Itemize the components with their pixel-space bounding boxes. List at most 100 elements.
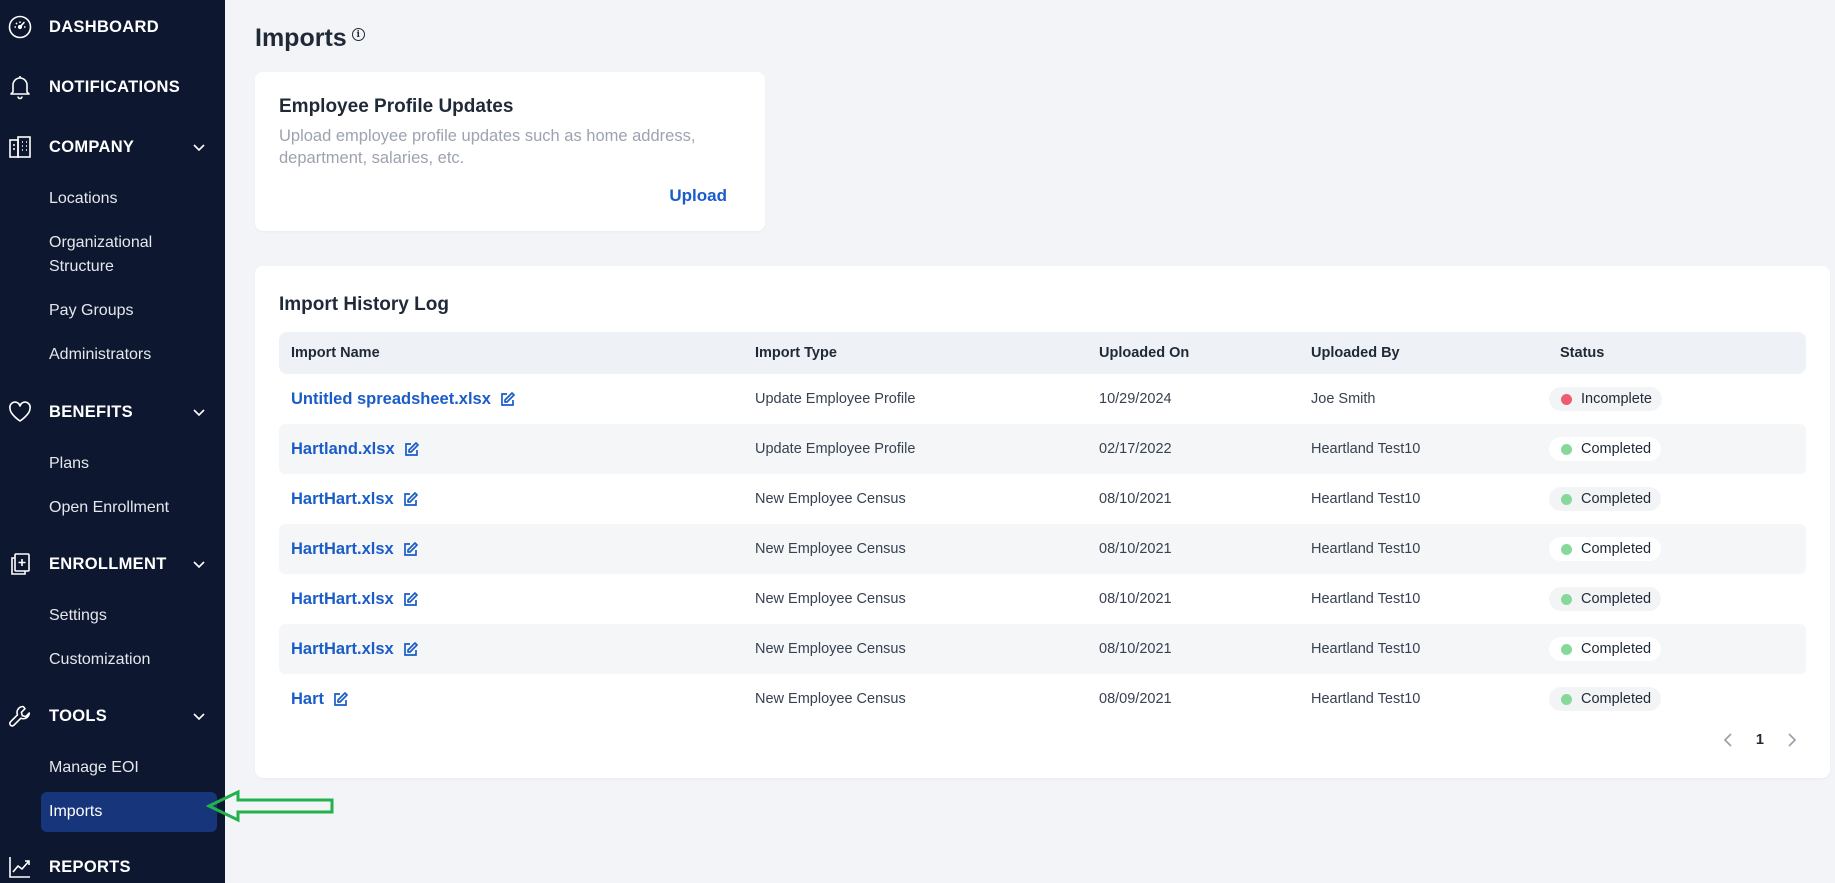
upload-button[interactable]: Upload bbox=[669, 186, 727, 206]
upload-card-title: Employee Profile Updates bbox=[279, 96, 514, 117]
table-row: HartHart.xlsx New Employee Census 08/10/20… bbox=[279, 624, 1806, 674]
nav-reports[interactable]: REPORTS bbox=[0, 847, 225, 883]
uploaded-by-cell: Heartland Test10 bbox=[1311, 691, 1421, 707]
sidebar-item-plans[interactable]: Plans bbox=[41, 452, 217, 476]
status-dot-icon bbox=[1561, 593, 1572, 605]
table-row: Untitled spreadsheet.xlsx Update Employee… bbox=[279, 374, 1806, 424]
status-badge: Incomplete bbox=[1549, 387, 1662, 411]
edit-icon[interactable] bbox=[402, 541, 419, 558]
uploaded-by-cell: Heartland Test10 bbox=[1311, 641, 1421, 657]
import-name-link[interactable]: HartHart.xlsx bbox=[291, 540, 419, 559]
status-text: Completed bbox=[1581, 441, 1652, 457]
heart-icon bbox=[6, 398, 34, 426]
status-badge: Completed bbox=[1549, 687, 1662, 711]
table-body: Untitled spreadsheet.xlsx Update Employee… bbox=[279, 374, 1806, 724]
import-name-text: HartHart.xlsx bbox=[291, 589, 394, 608]
uploaded-on-cell: 08/09/2021 bbox=[1099, 691, 1172, 707]
chart-line-icon bbox=[6, 853, 34, 881]
edit-icon[interactable] bbox=[403, 441, 420, 458]
import-name-link[interactable]: HartHart.xlsx bbox=[291, 490, 419, 509]
import-name-link[interactable]: Hart bbox=[291, 690, 349, 709]
nav-enrollment-label: ENROLLMENT bbox=[49, 554, 167, 573]
chevron-down-icon[interactable] bbox=[190, 707, 208, 725]
status-badge: Completed bbox=[1549, 537, 1662, 561]
nav-enrollment[interactable]: ENROLLMENT bbox=[0, 544, 225, 584]
nav-company-label: COMPANY bbox=[49, 137, 135, 156]
sidebar-item-manage-eoi[interactable]: Manage EOI bbox=[41, 756, 217, 780]
import-name-text: Hartland.xlsx bbox=[291, 439, 395, 458]
status-text: Completed bbox=[1581, 641, 1652, 657]
annotation-arrow-icon bbox=[206, 789, 334, 823]
page-title-text: Imports bbox=[255, 24, 347, 52]
import-type-cell: New Employee Census bbox=[755, 491, 906, 507]
column-header-status[interactable]: Status bbox=[1560, 345, 1604, 361]
status-badge: Completed bbox=[1549, 587, 1662, 611]
sidebar-item-locations[interactable]: Locations bbox=[41, 187, 217, 211]
edit-icon[interactable] bbox=[402, 491, 419, 508]
status-dot-icon bbox=[1561, 693, 1572, 705]
status-dot-icon bbox=[1561, 393, 1572, 405]
pagination: 1 bbox=[1720, 732, 1800, 748]
nav-company[interactable]: COMPANY bbox=[0, 127, 225, 167]
sidebar-item-customization[interactable]: Customization bbox=[41, 648, 217, 672]
sidebar-item-settings[interactable]: Settings bbox=[41, 604, 217, 628]
edit-icon[interactable] bbox=[499, 391, 516, 408]
building-icon bbox=[6, 133, 34, 161]
import-type-cell: New Employee Census bbox=[755, 691, 906, 707]
status-badge: Completed bbox=[1549, 437, 1662, 461]
table-row: Hartland.xlsx Update Employee Profile 02/1… bbox=[279, 424, 1806, 474]
sidebar-item-open-enrollment[interactable]: Open Enrollment bbox=[41, 496, 217, 520]
enrollment-icon bbox=[6, 550, 34, 578]
info-icon[interactable]: i bbox=[351, 28, 365, 41]
edit-icon[interactable] bbox=[402, 591, 419, 608]
import-history-table: Import Name Import Type Uploaded On Uplo… bbox=[279, 332, 1806, 724]
nav-reports-label: REPORTS bbox=[49, 857, 131, 876]
edit-icon[interactable] bbox=[332, 691, 349, 708]
uploaded-by-cell: Heartland Test10 bbox=[1311, 441, 1421, 457]
table-header: Import Name Import Type Uploaded On Uplo… bbox=[279, 332, 1806, 374]
chevron-down-icon[interactable] bbox=[190, 555, 208, 573]
sidebar-item-pay-groups[interactable]: Pay Groups bbox=[41, 299, 217, 323]
import-name-text: HartHart.xlsx bbox=[291, 539, 394, 558]
page-number[interactable]: 1 bbox=[1756, 732, 1764, 748]
uploaded-by-cell: Heartland Test10 bbox=[1311, 491, 1421, 507]
column-header-import-name[interactable]: Import Name bbox=[291, 345, 380, 361]
sidebar-item-imports[interactable]: Imports bbox=[41, 792, 217, 832]
column-header-uploaded-on[interactable]: Uploaded On bbox=[1099, 345, 1189, 361]
chevron-right-icon[interactable] bbox=[1784, 732, 1800, 748]
import-name-link[interactable]: HartHart.xlsx bbox=[291, 640, 419, 659]
bell-icon bbox=[6, 73, 34, 101]
nav-benefits[interactable]: BENEFITS bbox=[0, 392, 225, 432]
status-text: Completed bbox=[1581, 491, 1652, 507]
status-badge: Completed bbox=[1549, 637, 1662, 661]
chevron-down-icon[interactable] bbox=[190, 138, 208, 156]
import-type-cell: Update Employee Profile bbox=[755, 391, 916, 407]
nav-notifications-label: NOTIFICATIONS bbox=[49, 77, 181, 96]
import-name-link[interactable]: Untitled spreadsheet.xlsx bbox=[291, 390, 516, 409]
status-badge: Completed bbox=[1549, 487, 1662, 511]
import-name-link[interactable]: Hartland.xlsx bbox=[291, 440, 420, 459]
import-history-card: Import History Log Import Name Import Ty… bbox=[255, 266, 1830, 778]
chevron-left-icon[interactable] bbox=[1720, 732, 1736, 748]
import-name-link[interactable]: HartHart.xlsx bbox=[291, 590, 419, 609]
nav-tools[interactable]: TOOLS bbox=[0, 696, 225, 736]
import-type-cell: New Employee Census bbox=[755, 591, 906, 607]
sidebar-item-administrators[interactable]: Administrators bbox=[41, 343, 217, 367]
nav-notifications[interactable]: NOTIFICATIONS bbox=[0, 67, 225, 107]
page-title: Imports i bbox=[255, 24, 365, 53]
employee-profile-updates-card: Employee Profile Updates Upload employee… bbox=[255, 72, 765, 231]
column-header-uploaded-by[interactable]: Uploaded By bbox=[1311, 345, 1400, 361]
column-header-import-type[interactable]: Import Type bbox=[755, 345, 837, 361]
chevron-down-icon[interactable] bbox=[190, 403, 208, 421]
sidebar-item-organizational-structure[interactable]: Organizational Structure bbox=[41, 231, 217, 279]
uploaded-by-cell: Joe Smith bbox=[1311, 391, 1376, 407]
status-dot-icon bbox=[1561, 493, 1572, 505]
nav-tools-label: TOOLS bbox=[49, 706, 108, 725]
table-row: HartHart.xlsx New Employee Census 08/10/20… bbox=[279, 474, 1806, 524]
edit-icon[interactable] bbox=[402, 641, 419, 658]
table-row: HartHart.xlsx New Employee Census 08/10/20… bbox=[279, 574, 1806, 624]
uploaded-on-cell: 08/10/2021 bbox=[1099, 641, 1172, 657]
status-dot-icon bbox=[1561, 443, 1572, 455]
nav-dashboard[interactable]: DASHBOARD bbox=[0, 7, 225, 47]
uploaded-by-cell: Heartland Test10 bbox=[1311, 591, 1421, 607]
